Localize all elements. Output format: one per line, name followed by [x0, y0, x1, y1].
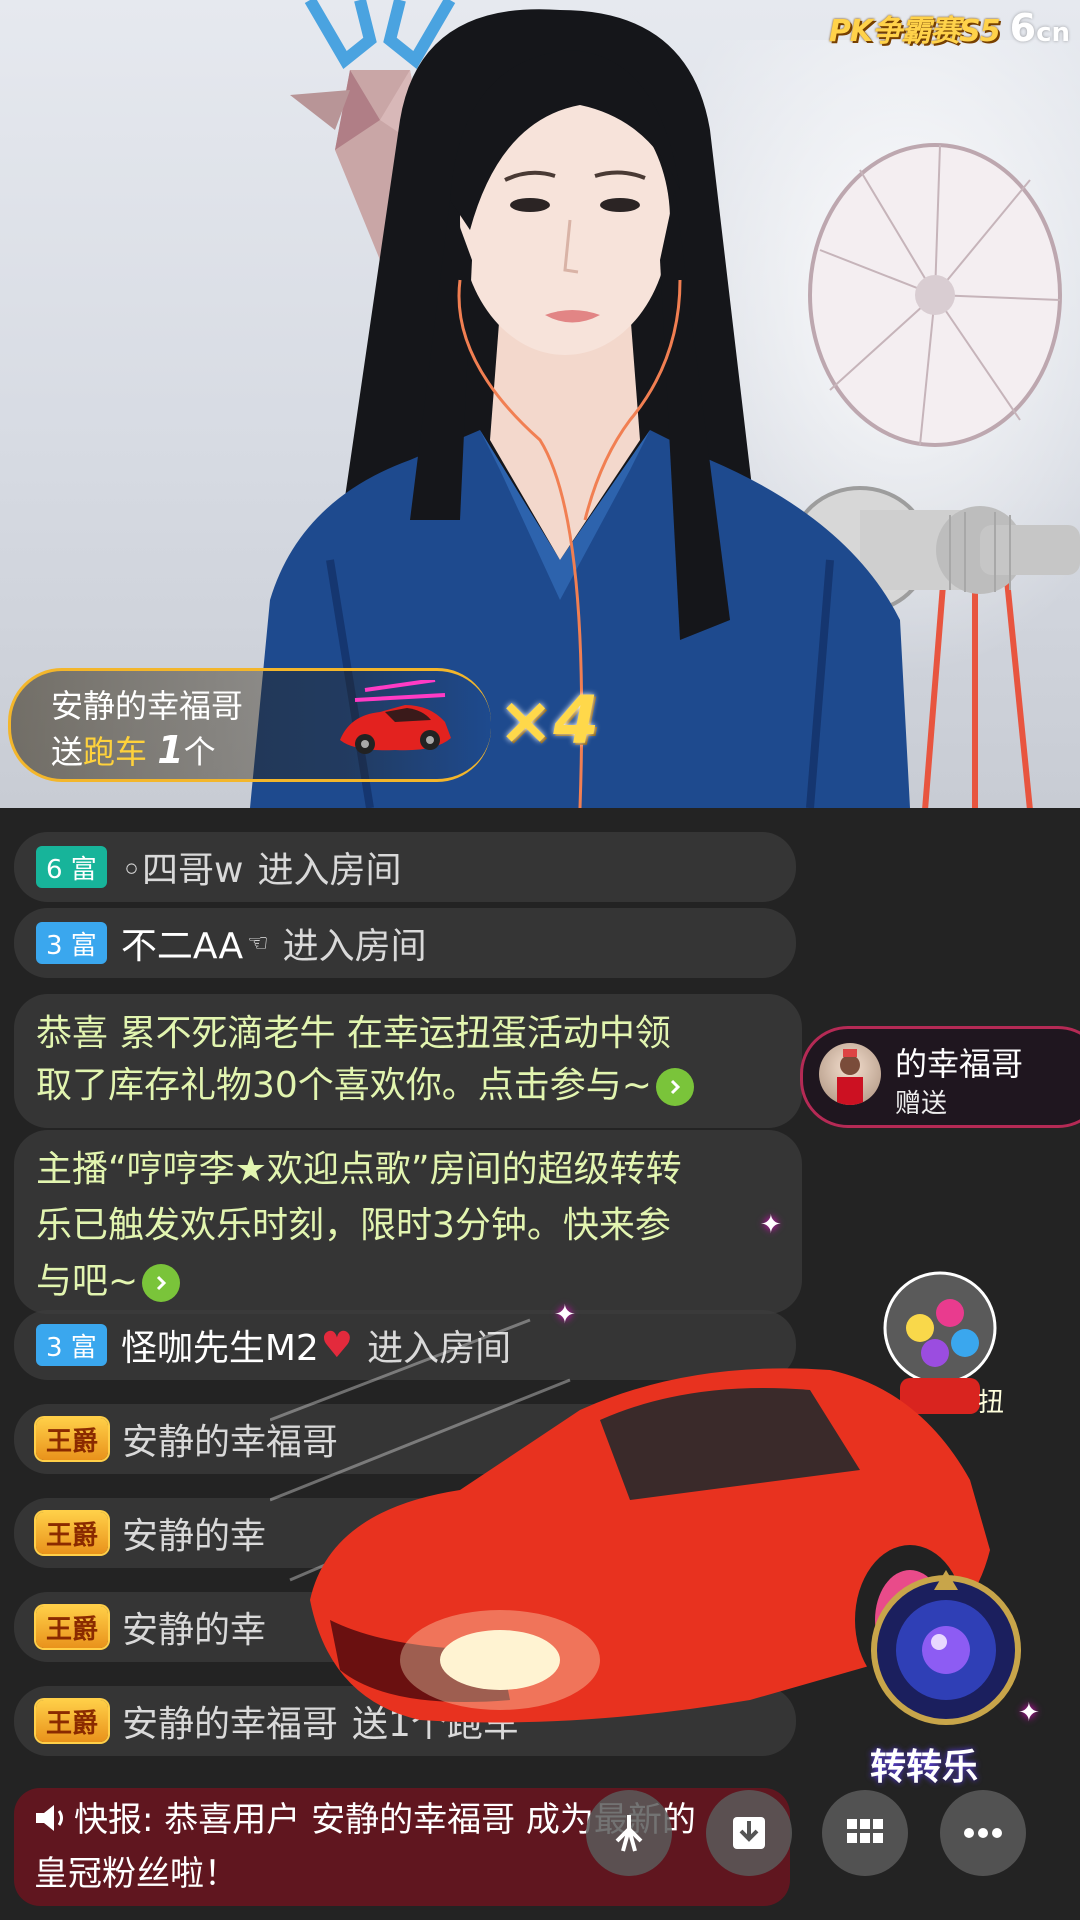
royal-badge: 王爵 [36, 1418, 109, 1460]
avatar[interactable] [819, 1043, 881, 1105]
card-sub: 赠送 [895, 1089, 948, 1119]
site-logo: 6cn [1009, 6, 1070, 50]
sparkle-icon: ✦ [760, 1210, 782, 1240]
chat-user[interactable]: 不二AA [121, 917, 243, 969]
grid-menu-button[interactable] [822, 1790, 908, 1876]
sparkle-icon: ✦ [554, 1300, 576, 1330]
news-ticker[interactable]: 快报: 恭喜用户 安静的幸福哥 成为最新的 皇冠粉丝啦！ [14, 1788, 790, 1906]
chat-user[interactable]: 安静的幸 [122, 1601, 266, 1653]
gift-line: 送跑车 1个 [51, 728, 216, 772]
chat-message: 6 富 ◦四哥w 进入房间 [14, 832, 796, 902]
royal-badge: 王爵 [36, 1700, 109, 1742]
spin-notice[interactable]: 主播“哼哼李★欢迎点歌”房间的超级转转 乐已触发欢乐时刻，限时3分钟。快来参 与… [14, 1130, 802, 1314]
share-icon [615, 1815, 643, 1852]
gift-sender: 安静的幸福哥 [51, 687, 244, 725]
more-icon [964, 1828, 1002, 1838]
download-icon [733, 1817, 765, 1849]
hand-icon: ☜ [247, 929, 269, 957]
gift-count: 1 [157, 728, 184, 772]
sports-car-icon [340, 680, 451, 754]
notice-line: 乐已触发欢乐时刻，限时3分钟。快来参 [36, 1205, 671, 1246]
notice-line: 主播“哼哼李★欢迎点歌”房间的超级转转 [36, 1149, 682, 1190]
chat-user[interactable]: ◦四哥w [121, 841, 244, 893]
royal-badge: 王爵 [36, 1606, 109, 1648]
more-button[interactable] [940, 1790, 1026, 1876]
speaker-icon [34, 1796, 68, 1848]
share-button[interactable] [586, 1790, 672, 1876]
notice-line: 取了库存礼物30个喜欢你。点击参与~ [36, 1058, 780, 1114]
gasha-notice[interactable]: 恭喜 累不死滴老牛 在幸运扭蛋活动中领 取了库存礼物30个喜欢你。点击参与~ [14, 994, 802, 1128]
chat-user[interactable]: 安静的幸 [122, 1507, 266, 1559]
wealth-badge: 6 富 [36, 846, 107, 888]
download-button[interactable] [706, 1790, 792, 1876]
wealth-badge: 3 富 [36, 1324, 107, 1366]
notice-line: 恭喜 累不死滴老牛 在幸运扭蛋活动中领 [36, 1013, 671, 1054]
chevron-right-icon[interactable] [142, 1264, 181, 1302]
wealth-badge: 3 富 [36, 922, 107, 964]
chevron-right-icon[interactable] [655, 1068, 694, 1106]
card-name: 的幸福哥 [895, 1045, 1024, 1083]
live-video[interactable]: PK争霸赛S5 6cn 安静的幸福哥 送跑车 1个 ×4 [0, 0, 1080, 808]
gift-multiplier: ×4 [498, 682, 600, 759]
chat-action: 进入房间 [282, 926, 427, 967]
pk-event-logo: PK争霸赛S5 [828, 14, 1001, 49]
gift-sender-card[interactable]: 的幸福哥 赠送 [800, 1026, 1080, 1128]
news-prefix: 快报: [74, 1800, 154, 1840]
chat-message: 3 富 不二AA ☜ 进入房间 [14, 908, 796, 978]
stream-logo: PK争霸赛S5 6cn [828, 6, 1070, 50]
gift-name: 跑车 [83, 733, 148, 771]
chat-action: 进入房间 [257, 850, 402, 891]
grid-menu-icon [847, 1819, 883, 1843]
royal-badge: 王爵 [36, 1512, 109, 1554]
spin-label[interactable]: 转转乐 [870, 1738, 978, 1790]
